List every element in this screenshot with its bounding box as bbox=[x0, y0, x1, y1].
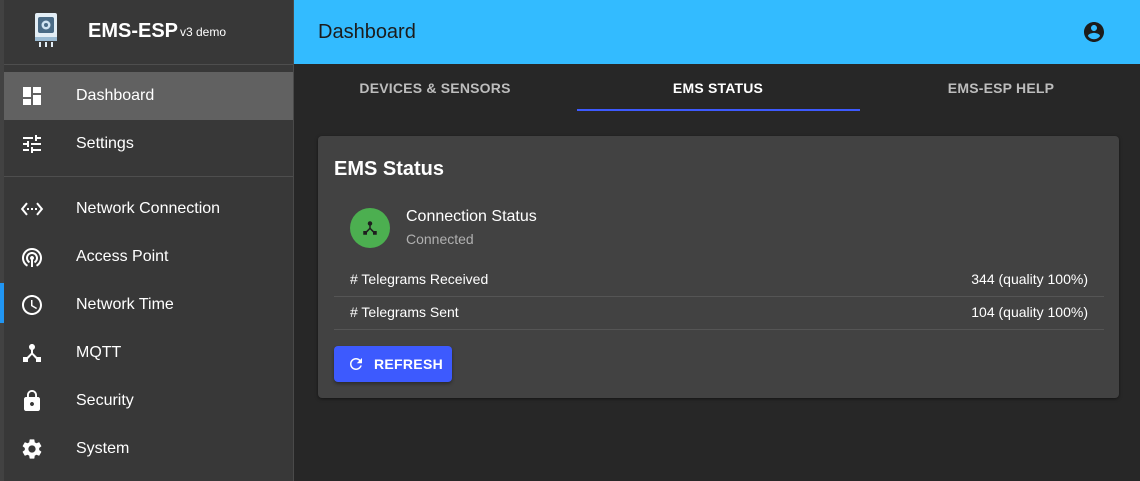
table-row: # Telegrams Received 344 (quality 100%) bbox=[334, 263, 1104, 297]
refresh-button[interactable]: REFRESH bbox=[334, 346, 452, 382]
sidebar-item-dashboard[interactable]: Dashboard bbox=[4, 72, 293, 120]
sidebar-item-access-point[interactable]: Access Point bbox=[4, 233, 293, 281]
table-row: # Telegrams Sent 104 (quality 100%) bbox=[334, 296, 1104, 330]
device-hub-icon bbox=[363, 221, 377, 235]
refresh-button-label: REFRESH bbox=[374, 356, 443, 372]
sidebar-item-label: Access Point bbox=[76, 248, 169, 265]
settings-ethernet-icon bbox=[20, 197, 44, 221]
sidebar-divider bbox=[4, 176, 293, 177]
tab-label: DEVICES & SENSORS bbox=[359, 80, 511, 96]
app-bar: Dashboard bbox=[294, 0, 1140, 64]
telegrams-received-label: # Telegrams Received bbox=[350, 271, 489, 287]
ems-status-card: EMS Status Connection Status Connected #… bbox=[318, 136, 1119, 398]
sidebar-item-label: MQTT bbox=[76, 344, 122, 361]
page-title: Dashboard bbox=[318, 21, 416, 43]
brand-title: EMS-ESP bbox=[88, 20, 179, 42]
tab-devices-sensors[interactable]: DEVICES & SENSORS bbox=[294, 64, 576, 112]
brand-header: EMS-ESP v3 demo bbox=[4, 0, 293, 65]
ems-esp-logo-icon bbox=[35, 13, 57, 47]
sidebar-item-label: Dashboard bbox=[76, 87, 155, 104]
sidebar-item-label: Network Time bbox=[76, 296, 174, 313]
telegrams-sent-label: # Telegrams Sent bbox=[350, 304, 459, 320]
dashboard-icon bbox=[20, 84, 44, 108]
sidebar-item-network-connection[interactable]: Network Connection bbox=[4, 185, 293, 233]
sidebar-item-label: System bbox=[76, 440, 130, 457]
card-title: EMS Status bbox=[334, 158, 445, 180]
sidebar-item-network-time[interactable]: Network Time bbox=[4, 281, 293, 329]
connection-status-value: Connected bbox=[406, 231, 474, 247]
sidebar-item-system[interactable]: System bbox=[4, 425, 293, 473]
lock-icon bbox=[20, 389, 44, 413]
refresh-icon bbox=[350, 358, 362, 370]
sidebar-item-security[interactable]: Security bbox=[4, 377, 293, 425]
connection-status-avatar bbox=[350, 208, 390, 248]
tab-ems-status[interactable]: EMS STATUS bbox=[577, 64, 859, 112]
sidebar-item-label: Network Connection bbox=[76, 200, 221, 217]
telegrams-received-value: 344 (quality 100%) bbox=[971, 271, 1088, 287]
app-root: EMS-ESP v3 demo Dashboard Settings Netwo… bbox=[0, 0, 1140, 481]
clock-icon bbox=[20, 293, 44, 317]
tab-bar: DEVICES & SENSORS EMS STATUS EMS-ESP HEL… bbox=[294, 64, 1140, 112]
sidebar-item-settings[interactable]: Settings bbox=[4, 120, 293, 168]
connection-status-label: Connection Status bbox=[406, 208, 537, 225]
sidebar: EMS-ESP v3 demo Dashboard Settings Netwo… bbox=[4, 0, 294, 481]
telegrams-sent-value: 104 (quality 100%) bbox=[971, 304, 1088, 320]
gear-icon bbox=[20, 437, 44, 461]
tab-ems-esp-help[interactable]: EMS-ESP HELP bbox=[860, 64, 1140, 112]
tab-indicator bbox=[577, 109, 860, 111]
tab-label: EMS STATUS bbox=[672, 80, 764, 96]
tune-icon bbox=[20, 132, 44, 156]
tab-label: EMS-ESP HELP bbox=[947, 80, 1055, 96]
brand-subtitle: v3 demo bbox=[180, 25, 227, 39]
sidebar-item-label: Security bbox=[76, 392, 134, 409]
device-hub-icon bbox=[20, 341, 44, 365]
account-circle-icon[interactable] bbox=[1082, 20, 1106, 44]
sidebar-item-mqtt[interactable]: MQTT bbox=[4, 329, 293, 377]
wifi-tethering-icon bbox=[20, 245, 44, 269]
sidebar-item-label: Settings bbox=[76, 135, 134, 152]
